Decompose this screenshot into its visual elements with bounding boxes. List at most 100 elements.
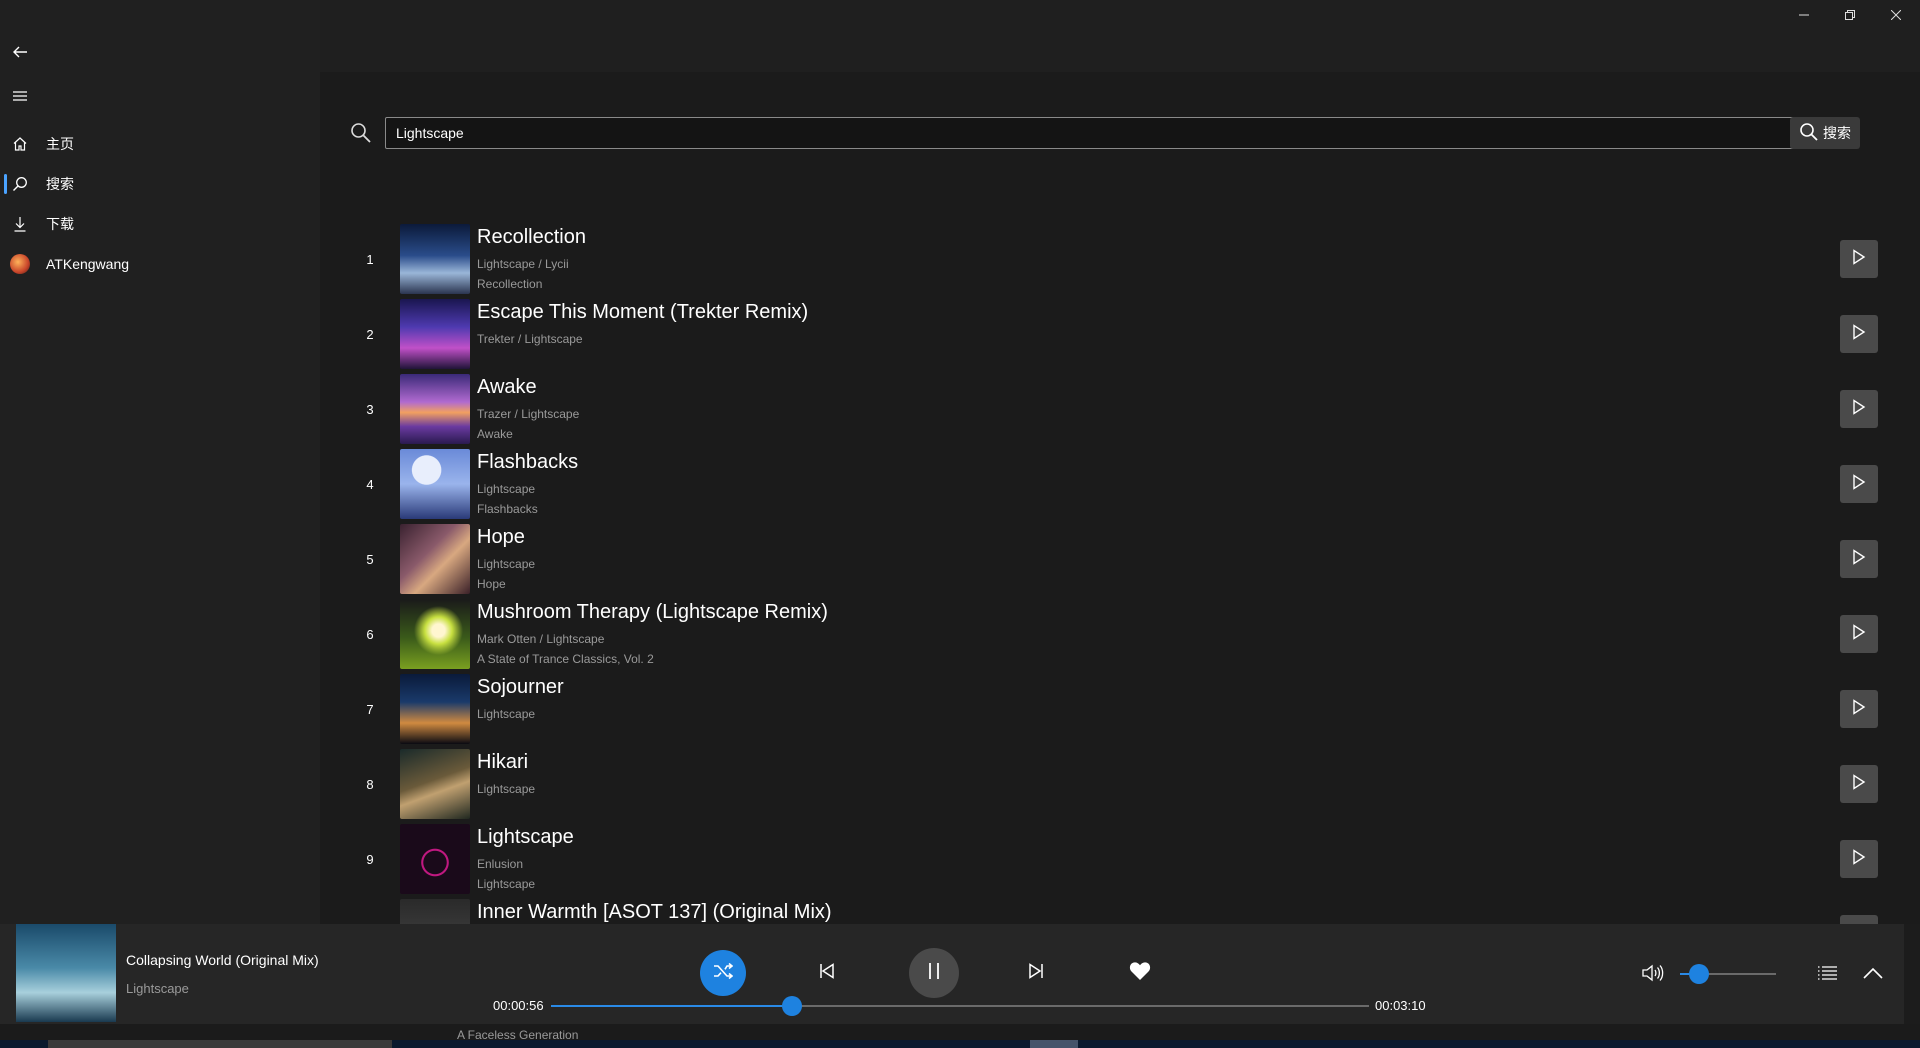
track-artist: Lightscape	[477, 707, 536, 721]
album-cover	[400, 374, 470, 444]
search-icon	[1799, 122, 1819, 145]
restore-icon	[1845, 7, 1855, 25]
seek-thumb[interactable]	[782, 996, 803, 1016]
track-title: Awake	[477, 376, 537, 398]
track-title: Flashbacks	[477, 451, 579, 473]
play-button[interactable]	[1840, 615, 1878, 653]
search-page: 搜索 1 Recollection Lightscape / Lycii Rec…	[320, 72, 1920, 924]
list-item[interactable]: 2 Escape This Moment (Trekter Remix) Tre…	[350, 297, 1920, 372]
sidebar-item-home[interactable]: 主页	[0, 124, 320, 164]
total-time: 00:03:10	[1375, 998, 1426, 1013]
list-overflow: A Faceless Generation	[0, 1024, 1920, 1040]
play-button[interactable]	[1840, 840, 1878, 878]
volume-thumb[interactable]	[1689, 964, 1710, 984]
back-arrow-icon	[0, 32, 40, 72]
close-button[interactable]	[1873, 0, 1919, 32]
play-button[interactable]	[1840, 540, 1878, 578]
shuffle-button[interactable]	[700, 950, 746, 996]
expand-button[interactable]	[1858, 960, 1888, 990]
track-artist: Trazer / Lightscape	[477, 407, 580, 421]
playlist-icon	[1817, 965, 1837, 986]
seek-progress	[551, 1005, 793, 1007]
album-cover	[400, 824, 470, 894]
heart-icon	[1129, 961, 1151, 986]
player-bar: Collapsing World (Original Mix) Lightsca…	[0, 924, 1904, 1024]
track-album: A State of Trance Classics, Vol. 2	[477, 652, 654, 666]
track-album: Awake	[477, 427, 513, 441]
list-item[interactable]: 5 Hope Lightscape Hope	[350, 522, 1920, 597]
like-button[interactable]	[1125, 956, 1155, 990]
search-input[interactable]	[385, 117, 1795, 149]
track-number: 6	[366, 627, 374, 642]
playlist-button[interactable]	[1812, 960, 1842, 990]
list-item[interactable]: 1 Recollection Lightscape / Lycii Recoll…	[350, 222, 1920, 297]
play-icon	[1852, 248, 1866, 270]
taskbar-item[interactable]	[48, 1040, 392, 1048]
minimize-button[interactable]	[1781, 0, 1827, 32]
track-number: 5	[366, 552, 374, 567]
sidebar-item-label: 下载	[46, 216, 74, 232]
sidebar-item-download[interactable]: 下载	[0, 204, 320, 244]
track-artist: Lightscape	[477, 557, 536, 571]
avatar-wrap	[0, 244, 40, 284]
list-item[interactable]: 7 Sojourner Lightscape	[350, 672, 1920, 747]
play-button[interactable]	[1840, 390, 1878, 428]
track-title: Recollection	[477, 226, 586, 248]
back-button[interactable]	[0, 32, 320, 72]
home-icon	[0, 124, 40, 164]
previous-icon	[819, 962, 835, 984]
now-playing-artist: Lightscape	[126, 981, 189, 996]
search-icon	[350, 122, 372, 149]
track-number: 4	[366, 477, 374, 492]
sidebar-item-label: 搜索	[46, 176, 74, 192]
track-title: Escape This Moment (Trekter Remix)	[477, 301, 809, 323]
play-button[interactable]	[1840, 240, 1878, 278]
list-item[interactable]: 3 Awake Trazer / Lightscape Awake	[350, 372, 1920, 447]
sidebar-item-search[interactable]: 搜索	[0, 164, 320, 204]
previous-button[interactable]	[812, 954, 842, 992]
play-button[interactable]	[1840, 690, 1878, 728]
play-icon	[1852, 473, 1866, 495]
track-title: Lightscape	[477, 826, 574, 848]
pause-icon	[927, 962, 941, 985]
sidebar-item-account[interactable]: ATKengwang	[0, 244, 320, 284]
search-button-label: 搜索	[1823, 125, 1851, 141]
list-item[interactable]: 9 Lightscape Enlusion Lightscape	[350, 822, 1920, 897]
list-item[interactable]: 4 Flashbacks Lightscape Flashbacks	[350, 447, 1920, 522]
now-playing-cover[interactable]	[16, 924, 116, 1022]
menu-toggle-button[interactable]	[0, 76, 320, 116]
track-artist: Lightscape / Lycii	[477, 257, 569, 271]
list-item[interactable]: 10 Inner Warmth [ASOT 137] (Original Mix…	[350, 897, 1920, 924]
pause-button[interactable]	[909, 948, 959, 998]
list-item[interactable]: 6 Mushroom Therapy (Lightscape Remix) Ma…	[350, 597, 1920, 672]
track-number: 9	[366, 852, 374, 867]
search-bar: 搜索	[320, 72, 1920, 192]
track-number: 8	[366, 777, 374, 792]
sidebar-item-label: 主页	[46, 136, 74, 152]
track-number: 7	[366, 702, 374, 717]
play-button[interactable]	[1840, 765, 1878, 803]
play-button[interactable]	[1840, 915, 1878, 924]
play-button[interactable]	[1840, 465, 1878, 503]
track-title: Hope	[477, 526, 525, 548]
album-cover	[400, 674, 470, 744]
track-artist: Trekter / Lightscape	[477, 332, 583, 346]
album-cover	[400, 749, 470, 819]
shuffle-icon	[713, 962, 734, 985]
seek-slider[interactable]	[551, 996, 1369, 1016]
album-cover	[400, 449, 470, 519]
track-artist: Lightscape	[477, 782, 536, 796]
taskbar-item[interactable]	[1030, 1040, 1078, 1048]
search-button[interactable]: 搜索	[1790, 117, 1860, 149]
play-button[interactable]	[1840, 315, 1878, 353]
volume-button[interactable]	[1638, 960, 1668, 990]
hamburger-icon	[0, 76, 40, 116]
next-button[interactable]	[1021, 954, 1051, 992]
album-cover	[400, 599, 470, 669]
next-icon	[1028, 962, 1044, 984]
volume-slider[interactable]	[1680, 964, 1776, 984]
list-item[interactable]: 8 Hikari Lightscape	[350, 747, 1920, 822]
account-name: ATKengwang	[46, 256, 130, 272]
album-cover	[400, 299, 470, 369]
restore-button[interactable]	[1827, 0, 1873, 32]
